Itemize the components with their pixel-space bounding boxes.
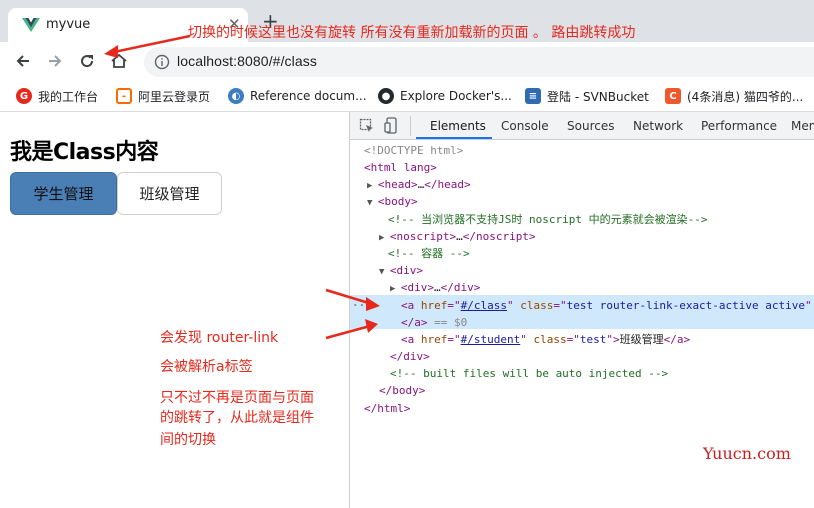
device-toolbar-icon[interactable] bbox=[384, 117, 400, 135]
tab-console[interactable]: Console bbox=[501, 119, 549, 133]
tab-sources[interactable]: Sources bbox=[567, 119, 614, 133]
annotation-top: 切换的时候这里也没有旋转 所有没有重新加载新的页面 。 路由跳转成功 bbox=[188, 25, 636, 41]
csdn-icon: C bbox=[665, 88, 681, 104]
dom-body[interactable]: ▼ <body> bbox=[367, 195, 418, 210]
dom-head[interactable]: ▶ <head>…</head> bbox=[367, 178, 471, 193]
bookmark-label: Explore Docker's... bbox=[400, 89, 512, 103]
g-icon: G bbox=[16, 88, 32, 104]
bookmark-item[interactable]: ◐ Reference docum... bbox=[228, 86, 367, 106]
tab-performance[interactable]: Performance bbox=[701, 119, 777, 133]
dom-a-student[interactable]: <a href="#/student" class="test">班级管理</a… bbox=[401, 333, 690, 347]
dom-noscript[interactable]: ▶ <noscript>…</noscript> bbox=[379, 230, 536, 245]
bookmark-item[interactable]: ● Explore Docker's... bbox=[378, 86, 512, 106]
collapse-triangle-icon[interactable]: ▼ bbox=[379, 267, 390, 277]
bookmark-item[interactable]: C (4条消息) 猫四爷的... bbox=[665, 86, 803, 106]
forward-icon[interactable] bbox=[42, 48, 68, 74]
bookmark-label: 阿里云登录页 bbox=[138, 89, 211, 104]
annotation-line-4: 的跳转了，从此就是组件 bbox=[160, 410, 314, 426]
active-tab-indicator bbox=[416, 137, 492, 139]
annotation-line-3: 只不过不再是页面与页面 bbox=[160, 390, 314, 406]
dom-comment-noscript[interactable]: <!-- 当浏览器不支持JS时 noscript 中的元素就会被渲染--> bbox=[388, 213, 707, 227]
page-title: 我是Class内容 bbox=[10, 140, 159, 165]
reference-icon: ◐ bbox=[228, 88, 244, 104]
annotation-line-1: 会发现 router-link bbox=[160, 330, 279, 346]
dom-doctype[interactable]: <!DOCTYPE html> bbox=[364, 144, 463, 158]
dom-div-root[interactable]: ▼ <div> bbox=[379, 264, 423, 279]
tab-memory[interactable]: Mem bbox=[791, 119, 814, 133]
bookmark-label: 我的工作台 bbox=[38, 89, 99, 104]
bookmark-label: 登陆 - SVNBucket bbox=[547, 89, 649, 104]
annotation-line-5: 间的切换 bbox=[160, 432, 216, 448]
dom-a-close[interactable]: </a> == $0 bbox=[401, 316, 467, 330]
bookmark-label: Reference docum... bbox=[250, 89, 367, 103]
bookmark-item[interactable]: - 阿里云登录页 bbox=[116, 86, 210, 106]
bookmarks-bar: G 我的工作台 - 阿里云登录页 ◐ Reference docum... ● … bbox=[0, 80, 814, 112]
annotation-arrow-top bbox=[104, 34, 191, 58]
tab-title: myvue bbox=[46, 17, 91, 32]
dom-comment-built[interactable]: <!-- built files will be auto injected -… bbox=[390, 367, 668, 381]
expand-triangle-icon[interactable]: ▶ bbox=[390, 284, 401, 294]
back-icon[interactable] bbox=[10, 48, 36, 74]
tab-elements[interactable]: Elements bbox=[430, 119, 486, 133]
devtools-tabbar: Elements Console Sources Network Perform… bbox=[350, 112, 814, 140]
expand-triangle-icon[interactable]: ▶ bbox=[367, 181, 378, 191]
divider bbox=[410, 116, 411, 136]
svnbucket-icon: ≡ bbox=[525, 88, 541, 104]
expand-triangle-icon[interactable]: ▶ bbox=[379, 233, 390, 243]
url-text[interactable]: localhost:8080/#/class bbox=[177, 53, 317, 69]
dom-html-open[interactable]: <html lang> bbox=[364, 161, 437, 175]
dom-div-close[interactable]: </div> bbox=[390, 350, 430, 364]
inspect-icon[interactable] bbox=[359, 118, 375, 134]
annotation-line-2: 会被解析a标签 bbox=[160, 359, 253, 375]
github-icon: ● bbox=[378, 88, 394, 104]
tab-network[interactable]: Network bbox=[633, 119, 683, 133]
dom-body-close[interactable]: </body> bbox=[379, 384, 425, 398]
annotation-arrows-dom bbox=[325, 288, 380, 340]
dom-html-close[interactable]: </html> bbox=[364, 402, 410, 416]
bookmark-item[interactable]: G 我的工作台 bbox=[16, 86, 98, 106]
student-manage-button[interactable]: 学生管理 bbox=[10, 172, 117, 215]
vue-logo-icon bbox=[22, 18, 40, 32]
watermark: Yuucn.com bbox=[703, 444, 791, 463]
aliyun-icon: - bbox=[116, 88, 132, 104]
dom-comment-container[interactable]: <!-- 容器 --> bbox=[388, 247, 470, 261]
class-manage-button[interactable]: 班级管理 bbox=[117, 172, 222, 215]
address-bar[interactable]: localhost:8080/#/class bbox=[144, 47, 814, 77]
collapse-triangle-icon[interactable]: ▼ bbox=[367, 198, 378, 208]
dom-div-inner[interactable]: ▶ <div>…</div> bbox=[390, 281, 480, 296]
dom-a-class-active[interactable]: <a href="#/class" class="test router-lin… bbox=[401, 299, 812, 313]
bookmark-label: (4条消息) 猫四爷的... bbox=[687, 89, 804, 104]
bookmark-item[interactable]: ≡ 登陆 - SVNBucket bbox=[525, 86, 649, 106]
